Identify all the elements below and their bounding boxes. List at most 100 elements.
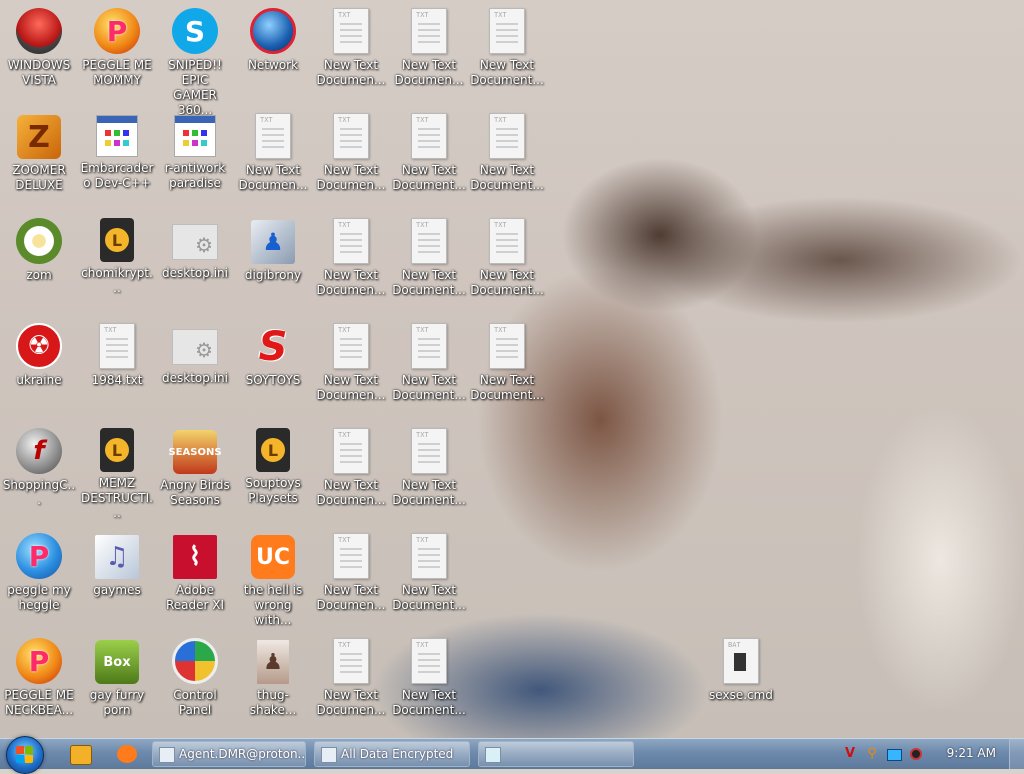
taskbar-button-notepad[interactable] <box>478 741 634 767</box>
desktop-icon-network[interactable]: Network <box>234 4 312 104</box>
desktop-icon-r-antiwork[interactable]: r-antiwork paradise <box>156 109 234 209</box>
desktop-icon-label: New Text Document... <box>470 58 544 87</box>
desktop-icon-new-text-13[interactable]: TXT New Text Document... <box>468 319 546 419</box>
desktop-icon-angry-birds[interactable]: SEASONS Angry Birds Seasons <box>156 424 234 524</box>
desktop-icon-label: New Text Documen... <box>394 58 464 87</box>
desktop-icon-new-text-1[interactable]: TXT New Text Documen... <box>312 4 390 104</box>
desktop-icon-label: Angry Birds Seasons <box>160 478 230 507</box>
desktop-icon-new-text-6[interactable]: TXT New Text Document... <box>390 109 468 209</box>
taskbar-button-all-data-encrypted[interactable]: All Data Encrypted <box>314 741 470 767</box>
desktop-icon-label: digibrony <box>244 268 302 282</box>
desktop-icon-adobe-reader[interactable]: ⌇ Adobe Reader XI <box>156 529 234 629</box>
angry-birds-icon: SEASONS <box>168 430 222 474</box>
desktop-icon-zoomer-deluxe[interactable]: Z ZOOMER DELUXE <box>0 109 78 209</box>
desktop-icon-label: SOYTOYS <box>245 373 301 387</box>
desktop-icon-new-text-8[interactable]: TXT New Text Documen... <box>312 214 390 314</box>
network-tray-icon[interactable] <box>886 746 902 762</box>
text-file-icon: TXT <box>489 218 525 264</box>
desktop-icon-embarcadero[interactable]: Embarcadero Dev-C++ <box>78 109 156 209</box>
uc-browser-quicklaunch-icon[interactable] <box>117 745 137 763</box>
desktop-icon-thug-shake[interactable]: ♟ thug-shake... <box>234 634 312 734</box>
antivirus-tray-icon[interactable]: V <box>842 746 858 762</box>
text-file-icon: TXT <box>333 113 369 159</box>
zoomer-icon: Z <box>17 115 61 159</box>
desktop-icon-new-text-12[interactable]: TXT New Text Document... <box>390 319 468 419</box>
desktop-icon-new-text-7[interactable]: TXT New Text Document... <box>468 109 546 209</box>
desktop-icon-new-text-5[interactable]: TXT New Text Documen... <box>312 109 390 209</box>
desktop-icon-label: desktop.ini <box>162 266 228 280</box>
clock[interactable]: 9:21 AM <box>947 746 996 760</box>
desktop-icon-new-text-15[interactable]: TXT New Text Document... <box>390 424 468 524</box>
desktop-icon-shopping[interactable]: f ShoppingC... <box>0 424 78 524</box>
text-file-icon: TXT <box>411 113 447 159</box>
desktop-icon-control-panel[interactable]: Control Panel <box>156 634 234 734</box>
desktop-icon-label: New Text Document... <box>392 373 466 402</box>
radiation-icon: ☢ <box>16 323 62 369</box>
taskbar-button-agent[interactable]: Agent.DMR@proton... <box>152 741 306 767</box>
desktop-icon-windows-vista[interactable]: WINDOWS VISTA <box>0 4 78 104</box>
desktop-icon-desktop-ini-2[interactable]: ⚙ desktop.ini <box>156 319 234 419</box>
desktop-icon-new-text-17[interactable]: TXT New Text Document... <box>390 529 468 629</box>
desktop-icon-label: New Text Document... <box>470 163 544 192</box>
desktop-icon-peggle-me-mommy[interactable]: P PEGGLE ME MOMMY <box>78 4 156 104</box>
search-tray-icon[interactable]: ⚲ <box>864 746 880 762</box>
media-player-quicklaunch-icon[interactable] <box>70 745 92 765</box>
desktop-icon-the-hell[interactable]: UC the hell is wrong with... <box>234 529 312 629</box>
show-desktop-button[interactable] <box>1009 739 1024 769</box>
desktop-icon-sexse-cmd[interactable]: BAT sexse.cmd <box>702 634 780 734</box>
desktop-icon-soytoys[interactable]: S SOYTOYS <box>234 319 312 419</box>
desktop-icon-label: Network <box>247 58 299 72</box>
desktop-icon-label: ukraine <box>16 373 62 387</box>
taskbar: Agent.DMR@proton... All Data Encrypted V… <box>0 736 1024 774</box>
desktop-icon-peggle-neckbeard[interactable]: P PEGGLE ME NECKBEA... <box>0 634 78 734</box>
text-file-icon: TXT <box>489 323 525 369</box>
desktop-icon-new-text-19[interactable]: TXT New Text Document... <box>390 634 468 734</box>
desktop-icon-label: 1984.txt <box>91 373 143 387</box>
desktop-icon-label: chomikrypt... <box>81 266 153 295</box>
desktop-icon-gaymes[interactable]: ♫ gaymes <box>78 529 156 629</box>
desktop[interactable]: WINDOWS VISTA P PEGGLE ME MOMMY S SNIPED!! E… <box>0 0 1024 738</box>
desktop-icon-new-text-2[interactable]: TXT New Text Documen... <box>390 4 468 104</box>
desktop-icon-new-text-10[interactable]: TXT New Text Document... <box>468 214 546 314</box>
desktop-icon-1984-txt[interactable]: TXT 1984.txt <box>78 319 156 419</box>
desktop-icon-gay-furry-porn[interactable]: Box gay furry porn <box>78 634 156 734</box>
desktop-icon-digibrony[interactable]: ♟ digibrony <box>234 214 312 314</box>
windows-logo-icon <box>16 746 34 764</box>
start-button[interactable] <box>6 736 44 774</box>
desktop-icon-new-text-14[interactable]: TXT New Text Documen... <box>312 424 390 524</box>
window-icon <box>321 747 337 763</box>
text-file-icon: TXT <box>99 323 135 369</box>
desktop-icon-label: New Text Documen... <box>316 478 386 507</box>
desktop-icon-label: New Text Documen... <box>238 163 308 192</box>
desktop-icon-new-text-11[interactable]: TXT New Text Documen... <box>312 319 390 419</box>
window-icon <box>159 747 175 763</box>
box-game-icon: Box <box>95 640 139 684</box>
desktop-icon-desktop-ini-1[interactable]: ⚙ desktop.ini <box>156 214 234 314</box>
desktop-icon-new-text-3[interactable]: TXT New Text Document... <box>468 4 546 104</box>
desktop-icon-chomikrypt[interactable]: Lchomikrypt... <box>78 214 156 314</box>
text-file-icon: TXT <box>411 323 447 369</box>
desktop-icon-souptoys[interactable]: L Souptoys Playsets <box>234 424 312 524</box>
desktop-icon-label: r-antiwork paradise <box>164 161 226 190</box>
adobe-reader-icon: ⌇ <box>173 535 217 579</box>
desktop-icon-zom[interactable]: zom <box>0 214 78 314</box>
desktop-icon-label: New Text Document... <box>392 478 466 507</box>
bowl-app-icon <box>16 8 62 54</box>
desktop-icon-peggle-my-heggle[interactable]: Ppeggle my heggle <box>0 529 78 629</box>
text-file-icon: TXT <box>333 218 369 264</box>
text-file-icon: TXT <box>333 8 369 54</box>
desktop-icon-label: New Text Documen... <box>316 373 386 402</box>
desktop-icon-label: New Text Document... <box>392 268 466 297</box>
volume-tray-icon[interactable] <box>908 746 924 762</box>
folder-icon: ♫ <box>95 535 139 579</box>
desktop-icon-label: sexse.cmd <box>709 688 773 702</box>
desktop-icon-sniped-epic-gamer[interactable]: S SNIPED!! EPIC GAMER 360... <box>156 4 234 117</box>
desktop-icon-new-text-9[interactable]: TXT New Text Document... <box>390 214 468 314</box>
application-icon <box>174 115 216 157</box>
desktop-icon-ukraine[interactable]: ☢ ukraine <box>0 319 78 419</box>
desktop-icon-new-text-4[interactable]: TXT New Text Documen... <box>234 109 312 209</box>
desktop-icon-memz[interactable]: L MEMZ DESTRUCTI... <box>78 424 156 524</box>
notepad-icon <box>485 747 501 763</box>
desktop-icon-new-text-18[interactable]: TXT New Text Documen... <box>312 634 390 734</box>
desktop-icon-new-text-16[interactable]: TXT New Text Documen... <box>312 529 390 629</box>
